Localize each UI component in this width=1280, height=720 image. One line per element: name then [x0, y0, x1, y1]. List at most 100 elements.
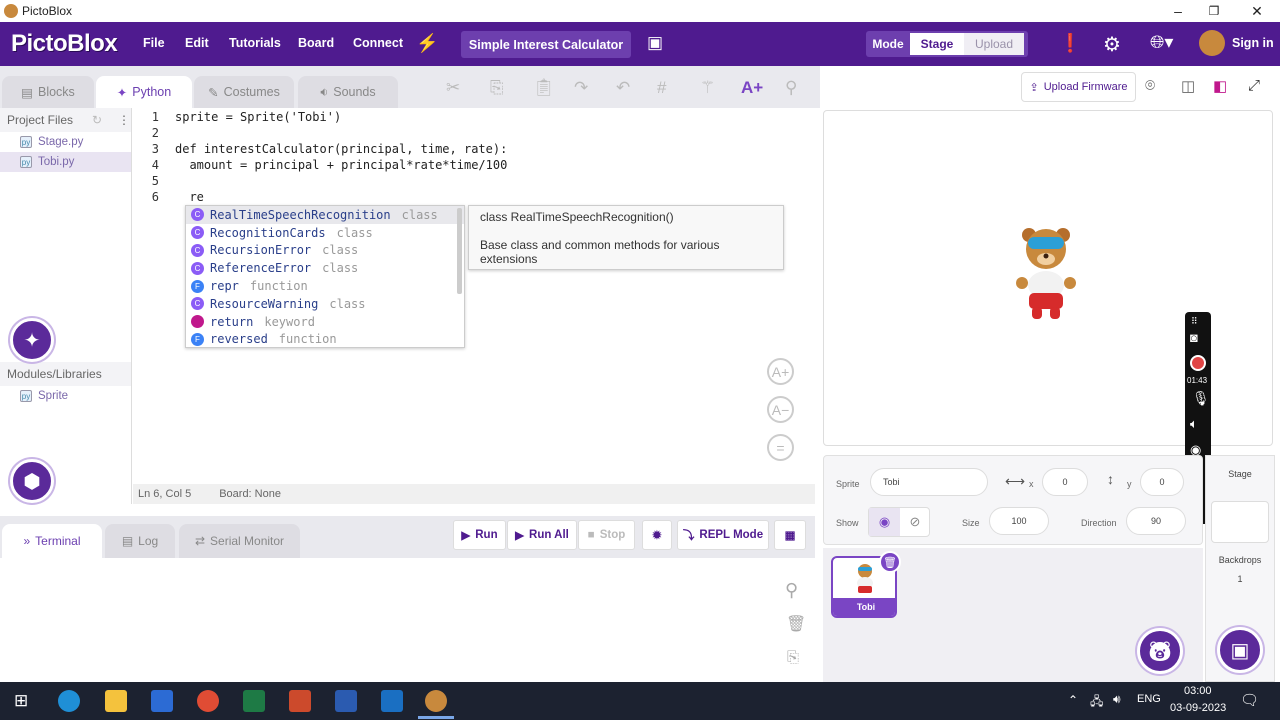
settings-gear-icon[interactable]: ⚙	[1103, 32, 1121, 57]
redo-icon[interactable]: ↷	[574, 78, 588, 98]
file-item-tobi[interactable]: py Tobi.py	[0, 152, 131, 172]
network-icon[interactable]: 🖧︎	[1090, 692, 1103, 713]
save-icon[interactable]: ▣	[647, 33, 663, 53]
tray-chevron-icon[interactable]: ⌃	[1068, 693, 1078, 707]
windows-start-icon[interactable]: ⊞	[14, 691, 28, 711]
y-input[interactable]: 0	[1140, 468, 1184, 496]
more-options-icon[interactable]: ⋮	[118, 113, 130, 127]
excel-icon[interactable]	[243, 690, 265, 712]
tab-log[interactable]: ▤ Log	[105, 524, 175, 558]
maximize-button[interactable]: ❐	[1194, 0, 1234, 22]
small-stage-icon[interactable]: ◫	[1181, 77, 1195, 95]
chrome-icon[interactable]	[197, 690, 219, 712]
terminal-search-icon[interactable]: ⚲	[785, 580, 798, 601]
signin-link[interactable]: Sign in	[1232, 36, 1274, 50]
feedback-icon[interactable]: ❗	[1059, 33, 1081, 54]
python-extension-fab[interactable]: ✦	[10, 318, 54, 362]
tab-serial-monitor[interactable]: ⇄ Serial Monitor	[179, 524, 300, 558]
word-icon[interactable]	[335, 690, 357, 712]
stage-thumbnail[interactable]	[1211, 501, 1269, 543]
recorder-record-icon[interactable]	[1190, 355, 1206, 371]
autocomplete-item[interactable]: C RecursionError class	[186, 242, 464, 260]
mail-icon[interactable]	[381, 690, 403, 712]
autocomplete-item[interactable]: Freversed function	[186, 331, 464, 349]
file-explorer-icon[interactable]	[105, 690, 127, 712]
recorder-handle-icon[interactable]: ⠿	[1191, 316, 1198, 327]
menu-tutorials[interactable]: Tutorials	[229, 36, 281, 50]
tab-python[interactable]: ✦ Python	[96, 76, 192, 108]
autocomplete-item[interactable]: C ResourceWarning class	[186, 295, 464, 313]
magic-wand-icon[interactable]: ⚚	[700, 78, 715, 98]
terminal-output[interactable]: ⚲ 🗑︎ ⎘	[0, 558, 815, 682]
tab-terminal[interactable]: » Terminal	[2, 524, 102, 558]
edge-browser-icon[interactable]	[58, 690, 80, 712]
stop-button[interactable]: ■ Stop	[578, 520, 635, 550]
undo-icon[interactable]: ↶	[616, 78, 630, 98]
microphone-icon[interactable]: 🎙︎	[1192, 390, 1210, 407]
autocomplete-item[interactable]: C ReferenceError class	[186, 259, 464, 277]
close-button[interactable]: ✕	[1237, 0, 1277, 22]
cut-icon[interactable]: ✂	[446, 78, 460, 98]
clock-date[interactable]: 03-09-2023	[1170, 702, 1226, 714]
font-size-icon[interactable]: A+	[741, 78, 763, 98]
upload-firmware-button[interactable]: ⇪ Upload Firmware	[1021, 72, 1136, 102]
notifications-icon[interactable]: 🗨︎	[1240, 691, 1259, 709]
autocomplete-item[interactable]: C RealTimeSpeechRecognition class	[186, 206, 464, 224]
x-input[interactable]: 0	[1042, 468, 1088, 496]
store-icon[interactable]	[151, 690, 173, 712]
powerpoint-icon[interactable]	[289, 690, 311, 712]
autocomplete-item[interactable]: C RecognitionCards class	[186, 224, 464, 242]
refresh-icon[interactable]: ↻	[92, 113, 102, 127]
minimize-button[interactable]: –	[1158, 0, 1198, 22]
debug-button[interactable]: ✹	[642, 520, 672, 550]
recorder-camera-icon[interactable]: ◙	[1190, 330, 1198, 345]
comment-icon[interactable]: #	[657, 78, 666, 98]
speaker-icon[interactable]: 🔈︎	[1190, 416, 1198, 432]
autocomplete-item[interactable]: return keyword	[186, 313, 464, 331]
add-module-fab[interactable]: ⬢	[10, 459, 54, 503]
tab-blocks[interactable]: ▤ Blocks	[2, 76, 94, 108]
search-icon[interactable]: ⚲	[785, 78, 797, 98]
pictoblox-taskbar-icon[interactable]	[425, 690, 447, 712]
clock-time[interactable]: 03:00	[1184, 685, 1212, 697]
hide-eye-icon[interactable]: ⊘	[900, 508, 930, 536]
user-avatar-icon[interactable]	[1199, 30, 1225, 56]
autocomplete-scrollbar[interactable]	[457, 208, 462, 294]
tab-costumes[interactable]: ✎ Costumes	[194, 76, 294, 108]
menu-board[interactable]: Board	[298, 36, 334, 50]
copy-output-icon[interactable]: ⎘	[787, 649, 799, 666]
zoom-out-icon[interactable]: A−	[767, 396, 794, 423]
layout-button[interactable]: ▦	[774, 520, 806, 550]
run-all-button[interactable]: ▶ Run All	[507, 520, 577, 550]
add-sprite-fab[interactable]: 🐻︎	[1137, 628, 1183, 674]
module-item-sprite[interactable]: py Sprite	[0, 386, 131, 406]
language-indicator[interactable]: ENG	[1137, 693, 1161, 705]
autocomplete-item[interactable]: Frepr function	[186, 277, 464, 295]
zoom-in-icon[interactable]: A+	[767, 358, 794, 385]
menu-connect[interactable]: Connect	[353, 36, 403, 50]
paste-icon[interactable]: 📋︎	[533, 78, 555, 98]
language-globe-icon[interactable]: 🌐︎▾	[1150, 32, 1173, 53]
clear-trash-icon[interactable]: 🗑︎	[786, 614, 806, 634]
large-stage-icon[interactable]: ◧	[1213, 77, 1227, 95]
volume-icon[interactable]: 🔊︎	[1113, 692, 1121, 707]
connect-plug-icon[interactable]: ⚡	[416, 33, 438, 54]
repl-mode-button[interactable]: ⤵ REPL Mode	[677, 520, 769, 550]
project-name-field[interactable]: Simple Interest Calculator	[461, 31, 631, 58]
fullscreen-icon[interactable]: ⤢	[1248, 77, 1260, 94]
add-backdrop-fab[interactable]: ▣	[1217, 627, 1263, 673]
size-input[interactable]: 100	[989, 507, 1049, 535]
mode-stage-button[interactable]: Stage	[910, 33, 964, 55]
camera-icon[interactable]: ⌾	[1145, 76, 1155, 96]
direction-input[interactable]: 90	[1126, 507, 1186, 535]
run-button[interactable]: ▶ Run	[453, 520, 506, 550]
zoom-reset-icon[interactable]: =	[767, 434, 794, 461]
delete-sprite-icon[interactable]: 🗑︎	[879, 551, 901, 573]
sprite-name-input[interactable]: Tobi	[870, 468, 988, 496]
file-item-stage[interactable]: py Stage.py	[0, 132, 131, 152]
copy-icon[interactable]: ⎘	[490, 78, 504, 98]
menu-edit[interactable]: Edit	[185, 36, 209, 50]
tab-sounds[interactable]: 🔉︎ Sounds	[298, 76, 398, 108]
mode-upload-button[interactable]: Upload	[964, 33, 1024, 55]
tobi-sprite[interactable]	[1014, 223, 1084, 333]
